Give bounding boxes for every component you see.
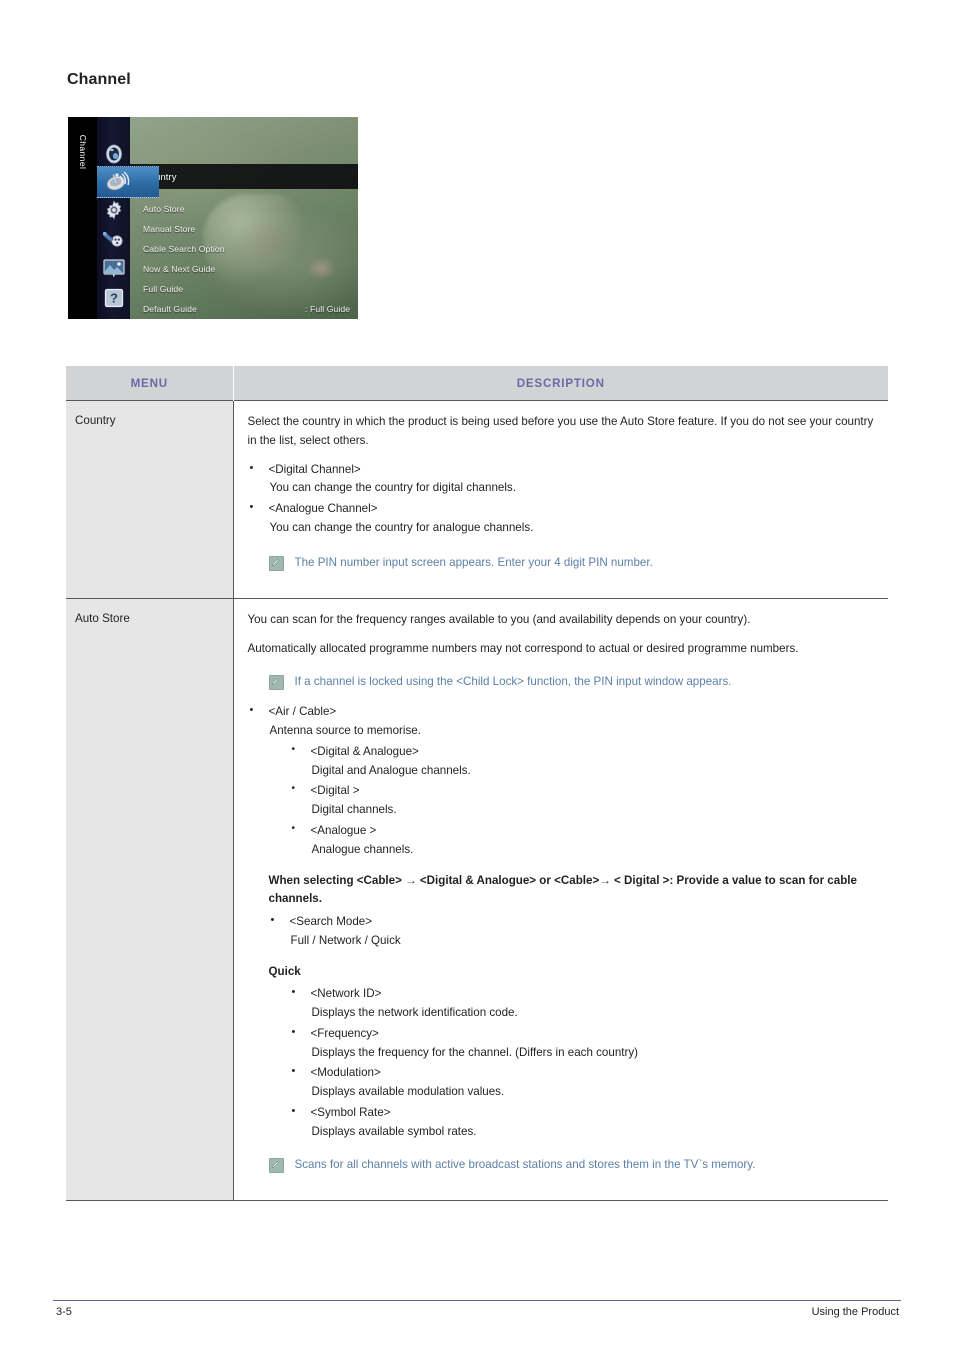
description-cell-country: Select the country in which the product …	[233, 399, 888, 600]
quick-section-title: Quick	[268, 964, 301, 978]
bullet-title: <Frequency>	[310, 1026, 379, 1040]
bullet-title: <Symbol Rate>	[310, 1105, 391, 1119]
bullet-title: <Digital & Analogue>	[310, 744, 419, 758]
column-header-menu: MENU	[66, 366, 234, 401]
column-header-description: DESCRIPTION	[233, 366, 888, 401]
bullet-description: Displays the frequency for the channel. …	[311, 1045, 639, 1059]
list-item: <Digital Channel> You can change the cou…	[248, 460, 875, 499]
list-item: <Analogue > Analogue channels.	[290, 821, 875, 860]
auto-store-para-1: You can scan for the frequency ranges av…	[247, 613, 751, 627]
picture-icon[interactable]	[97, 253, 130, 283]
bullet-description: Antenna source to memorise.	[269, 724, 421, 738]
list-item: <Network ID> Displays the network identi…	[290, 984, 875, 1023]
table-row-country: Country Select the country in which the …	[66, 399, 888, 600]
note-country-pin: The PIN number input screen appears. Ent…	[268, 554, 875, 573]
menu-description-table: MENU DESCRIPTION Country Select the coun…	[66, 366, 888, 1202]
note-text: Scans for all channels with active broad…	[294, 1157, 756, 1171]
bullet-description: Digital and Analogue channels.	[311, 763, 471, 777]
sound-icon[interactable]	[97, 139, 130, 169]
bullet-description: Displays available symbol rates.	[311, 1124, 477, 1138]
note-text: The PIN number input screen appears. Ent…	[294, 555, 653, 569]
bullet-title: <Air / Cable>	[268, 705, 337, 719]
tv-osd-screenshot: Channel ? Country Auto Store Manual Stor…	[68, 117, 358, 319]
bullet-title: <Digital >	[310, 784, 360, 798]
table-row-auto-store: Auto Store You can scan for the frequenc…	[66, 598, 888, 1202]
quick-bullet-list: <Network ID> Displays the network identi…	[290, 984, 875, 1142]
osd-menu-item-label: Default Guide	[143, 304, 197, 314]
document-page: Channel Channel ? Country Auto Store Man…	[0, 0, 954, 1350]
description-cell-auto-store: You can scan for the frequency ranges av…	[233, 598, 888, 1202]
note-scan-channels: Scans for all channels with active broad…	[268, 1156, 875, 1175]
footer-divider	[53, 1300, 901, 1301]
osd-menu-item-value: : Full Guide	[305, 304, 351, 314]
osd-menu-item-default-guide[interactable]: Default Guide : Full Guide	[130, 299, 358, 319]
satellite-dish-icon[interactable]	[97, 166, 159, 198]
list-item: <Air / Cable> Antenna source to memorise…	[248, 702, 875, 860]
help-icon[interactable]: ?	[97, 283, 130, 313]
cable-selection-note: When selecting <Cable> → <Digital & Anal…	[268, 873, 857, 906]
bullet-description: Analogue channels.	[311, 842, 414, 856]
country-bullet-list: <Digital Channel> You can change the cou…	[248, 460, 875, 538]
search-mode-list: <Search Mode> Full / Network / Quick	[269, 912, 875, 951]
note-text: If a channel is locked using the <Child …	[294, 674, 732, 688]
note-child-lock: If a channel is locked using the <Child …	[268, 673, 875, 692]
list-item: <Digital > Digital channels.	[290, 781, 875, 820]
footer-section-label: Using the Product	[811, 1306, 899, 1318]
list-item: <Symbol Rate> Displays available symbol …	[290, 1103, 875, 1142]
osd-menu-item-label: Full Guide	[143, 284, 184, 294]
gear-icon[interactable]	[97, 195, 130, 225]
bullet-title: <Search Mode>	[289, 915, 373, 929]
note-pencil-icon	[268, 1157, 284, 1173]
bullet-description: Displays the network identification code…	[311, 1006, 518, 1020]
osd-tab-strip: Channel	[68, 117, 97, 319]
note-pencil-icon	[268, 674, 284, 690]
auto-store-bullet-list: <Air / Cable> Antenna source to memorise…	[248, 702, 875, 860]
bullet-title: <Analogue >	[310, 824, 377, 838]
note-pencil-icon	[268, 555, 284, 571]
page-title: Channel	[67, 70, 131, 88]
osd-menu-item-country[interactable]: Country	[130, 164, 358, 189]
auto-store-para-2: Automatically allocated programme number…	[247, 642, 799, 656]
plug-icon[interactable]	[97, 224, 130, 254]
osd-menu-item-label: Auto Store	[143, 204, 185, 214]
menu-cell-country: Country	[66, 399, 234, 600]
list-item: <Frequency> Displays the frequency for t…	[290, 1024, 875, 1063]
bullet-description: You can change the country for analogue …	[269, 520, 534, 534]
osd-menu-item-auto-store[interactable]: Auto Store	[130, 199, 358, 219]
bullet-title: <Analogue Channel>	[268, 502, 378, 516]
osd-tab-label: Channel	[78, 134, 88, 170]
bullet-title: <Modulation>	[310, 1066, 381, 1080]
osd-icon-bar: ?	[97, 117, 159, 319]
svg-text:?: ?	[110, 291, 118, 306]
osd-menu-item-label: Manual Store	[143, 224, 196, 234]
osd-menu-list: Country Auto Store Manual Store Cable Se…	[130, 117, 358, 319]
osd-menu-item-now-next-guide[interactable]: Now & Next Guide	[130, 259, 358, 279]
list-item: <Digital & Analogue> Digital and Analogu…	[290, 742, 875, 781]
osd-menu-item-cable-search-option[interactable]: Cable Search Option	[130, 239, 358, 259]
list-item: <Analogue Channel> You can change the co…	[248, 499, 875, 538]
bullet-title: <Digital Channel>	[268, 462, 361, 476]
osd-menu-item-label: Cable Search Option	[143, 244, 225, 254]
menu-cell-auto-store: Auto Store	[66, 598, 234, 1202]
list-item: <Search Mode> Full / Network / Quick	[269, 912, 875, 951]
osd-menu-item-label: Now & Next Guide	[143, 264, 216, 274]
footer-page-number: 3-5	[56, 1306, 72, 1318]
bullet-description: Full / Network / Quick	[290, 933, 401, 947]
osd-menu-item-manual-store[interactable]: Manual Store	[130, 219, 358, 239]
bullet-description: Displays available modulation values.	[311, 1085, 505, 1099]
country-intro-text: Select the country in which the product …	[247, 415, 874, 447]
bullet-description: Digital channels.	[311, 803, 397, 817]
table-header-row: MENU DESCRIPTION	[66, 366, 888, 401]
air-cable-sub-list: <Digital & Analogue> Digital and Analogu…	[290, 742, 875, 860]
osd-menu-item-full-guide[interactable]: Full Guide	[130, 279, 358, 299]
list-item: <Modulation> Displays available modulati…	[290, 1063, 875, 1102]
bullet-description: You can change the country for digital c…	[269, 481, 516, 495]
bullet-title: <Network ID>	[310, 987, 382, 1001]
